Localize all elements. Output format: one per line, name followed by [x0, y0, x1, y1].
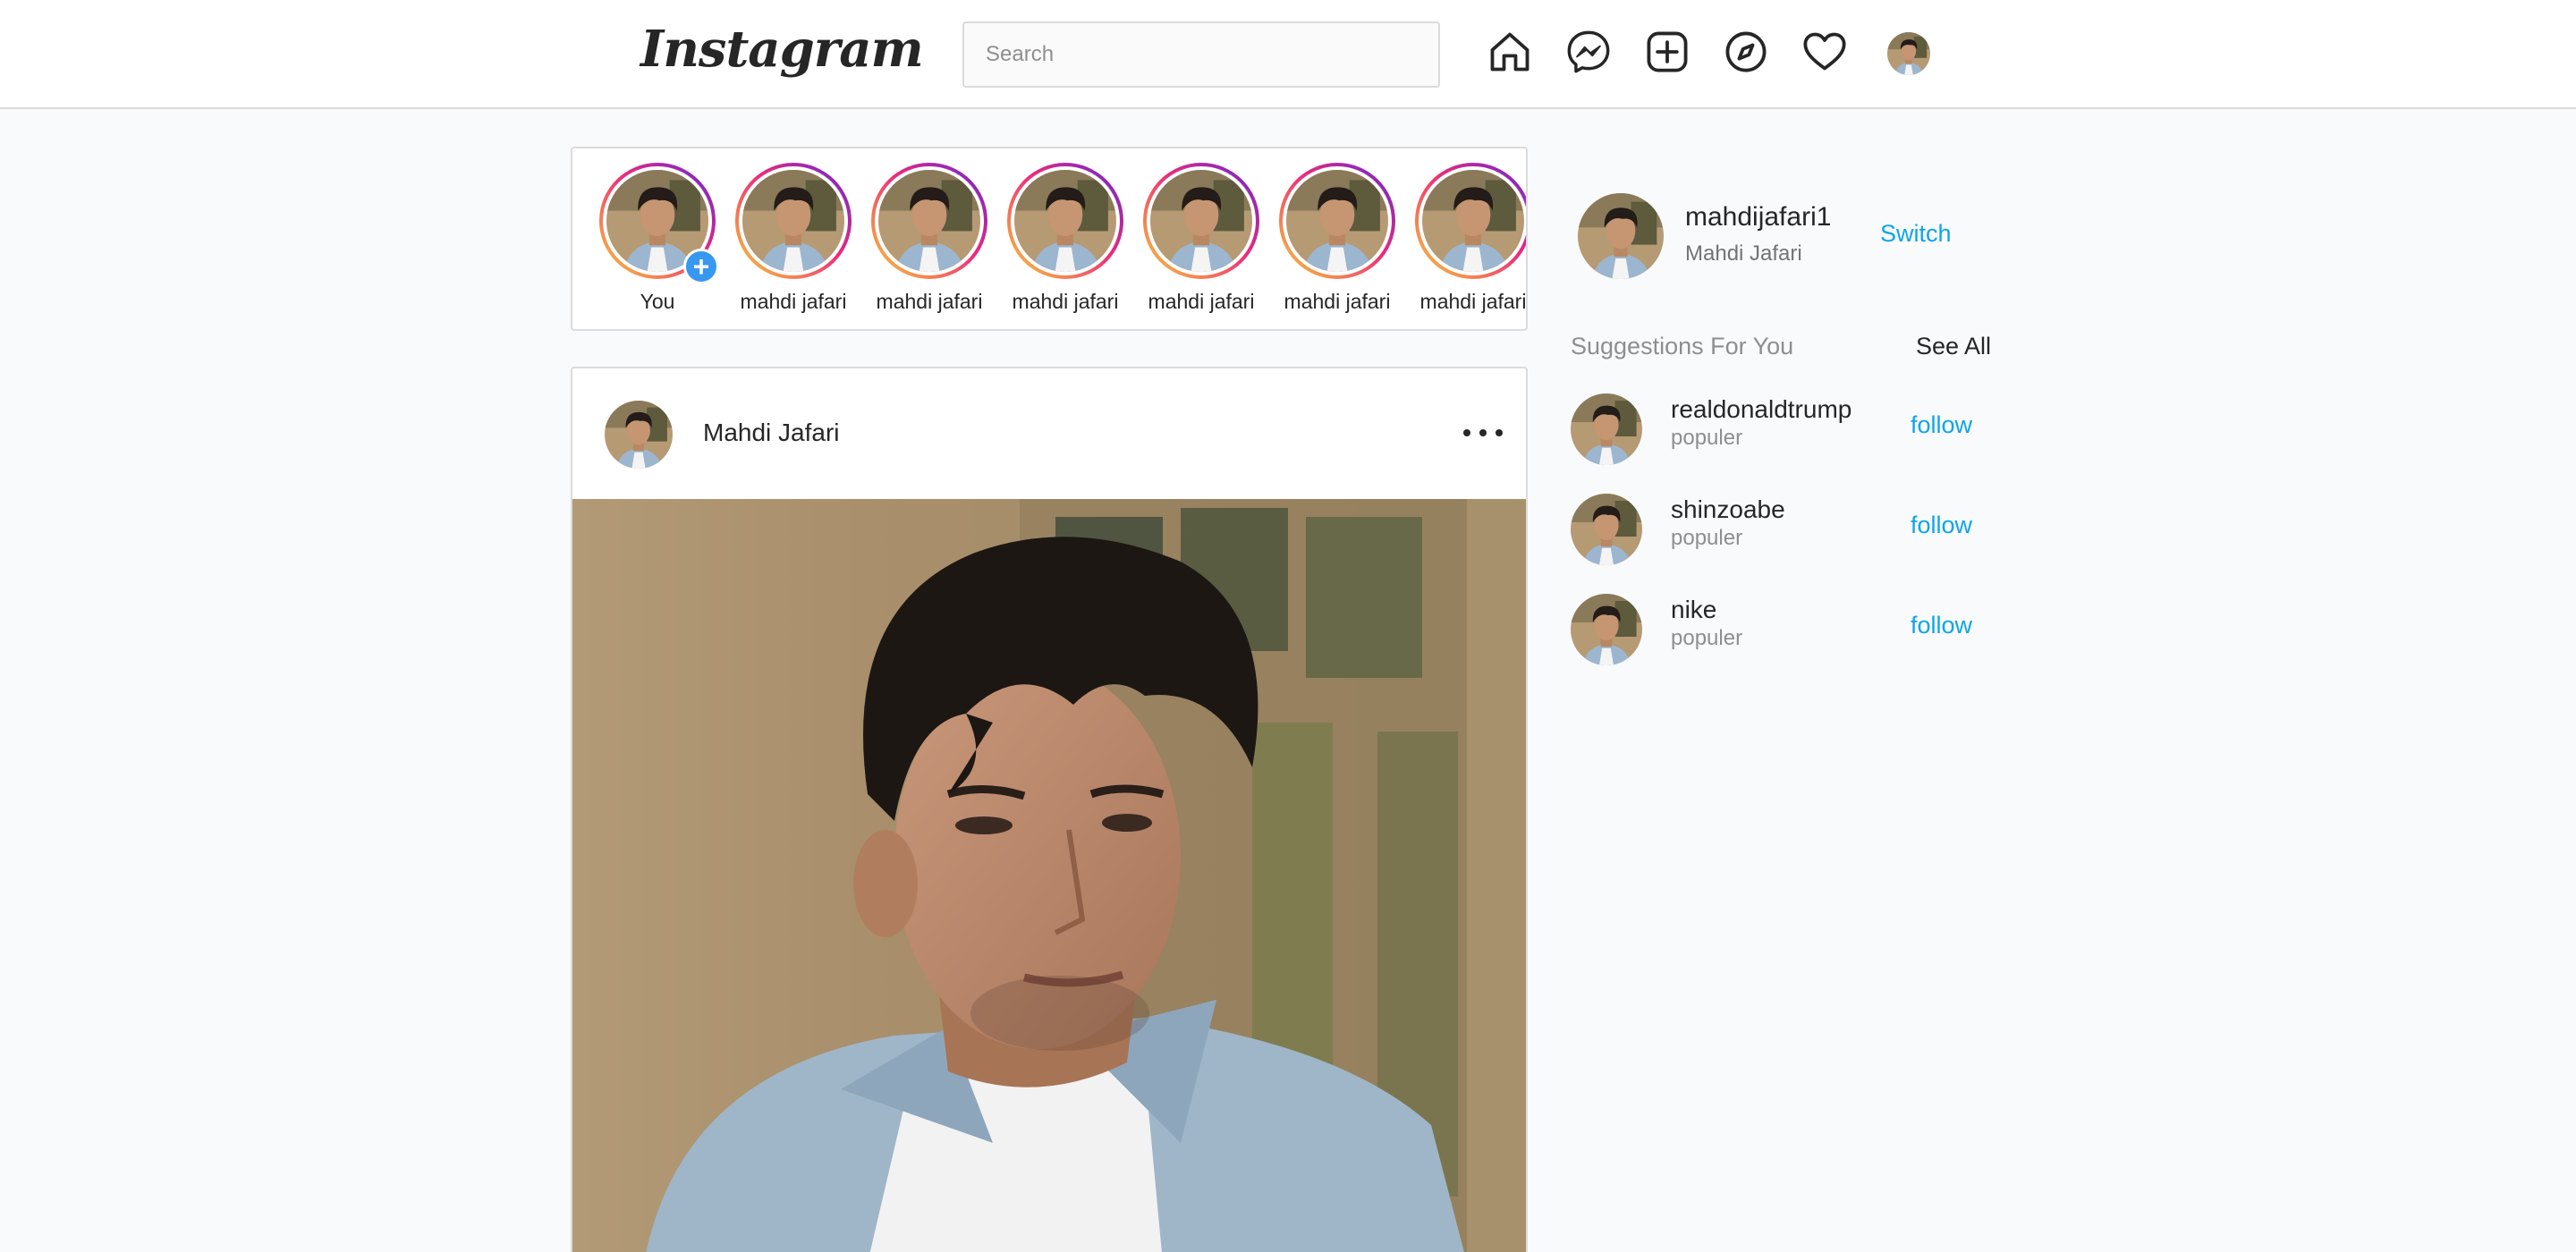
- follow-button[interactable]: follow: [1911, 512, 1972, 539]
- avatar: [742, 170, 844, 272]
- suggestion-username[interactable]: nike: [1671, 596, 1716, 624]
- suggestion-subtitle: populer: [1671, 526, 1743, 550]
- story-ring: [1007, 163, 1123, 279]
- story-ring: [1279, 163, 1395, 279]
- suggestion-username[interactable]: realdonaldtrump: [1671, 395, 1852, 424]
- avatar[interactable]: [1571, 494, 1642, 565]
- story-label: mahdi jafari: [876, 290, 983, 313]
- story-label: mahdi jafari: [740, 290, 847, 313]
- suggestion-username[interactable]: shinzoabe: [1671, 495, 1785, 524]
- suggestion-item: shinzoabe populer follow: [1571, 494, 1982, 565]
- avatar[interactable]: [1571, 594, 1642, 665]
- instagram-logo[interactable]: Instagram: [640, 20, 924, 79]
- avatar: [1150, 170, 1252, 272]
- new-post-icon[interactable]: [1644, 29, 1690, 75]
- avatar: [1014, 170, 1116, 272]
- story-item[interactable]: mahdi jafari: [1401, 163, 1526, 324]
- stories-tray: + You mahdi jafari mahdi jafari mahdi ja…: [571, 147, 1528, 331]
- story-label: mahdi jafari: [1012, 290, 1119, 313]
- suggestion-subtitle: populer: [1671, 626, 1743, 650]
- follow-button[interactable]: follow: [1911, 411, 1972, 439]
- story-item[interactable]: mahdi jafari: [993, 163, 1123, 324]
- avatar[interactable]: [1578, 193, 1664, 279]
- story-label: mahdi jafari: [1419, 290, 1527, 313]
- story-item[interactable]: mahdi jafari: [1265, 163, 1395, 324]
- post-username[interactable]: Mahdi Jafari: [703, 419, 840, 447]
- suggestions-title: Suggestions For You: [1571, 333, 1794, 360]
- home-icon[interactable]: [1487, 29, 1533, 75]
- story-ring: [1415, 163, 1526, 279]
- story-label: mahdi jafari: [1284, 290, 1391, 313]
- avatar[interactable]: [1571, 393, 1642, 465]
- story-item[interactable]: mahdi jafari: [721, 163, 852, 324]
- avatar: [1286, 170, 1388, 272]
- suggestion-subtitle: populer: [1671, 426, 1743, 450]
- current-username[interactable]: mahdijafari1: [1685, 202, 1831, 233]
- more-options-icon[interactable]: [1463, 419, 1503, 447]
- story-ring: [735, 163, 852, 279]
- feed-post: Mahdi Jafari: [571, 367, 1528, 1252]
- story-label: You: [640, 290, 675, 313]
- story-ring: [1143, 163, 1259, 279]
- add-story-plus-icon[interactable]: +: [683, 249, 719, 284]
- story-ring: [871, 163, 987, 279]
- profile-avatar[interactable]: [1887, 32, 1930, 75]
- story-item-own[interactable]: + You: [585, 163, 719, 324]
- post-header: Mahdi Jafari: [572, 368, 1526, 499]
- avatar[interactable]: [605, 401, 673, 469]
- story-label: mahdi jafari: [1148, 290, 1255, 313]
- explore-icon[interactable]: [1723, 29, 1769, 75]
- post-image[interactable]: [572, 499, 1526, 1252]
- current-fullname: Mahdi Jafari: [1685, 241, 1802, 266]
- search-input[interactable]: [962, 21, 1440, 88]
- activity-heart-icon[interactable]: [1801, 29, 1848, 75]
- see-all-link[interactable]: See All: [1916, 333, 1991, 360]
- switch-account-link[interactable]: Switch: [1880, 220, 1952, 248]
- suggestion-item: nike populer follow: [1571, 594, 1982, 665]
- avatar: [1422, 170, 1524, 272]
- avatar: [878, 170, 980, 272]
- story-item[interactable]: mahdi jafari: [857, 163, 987, 324]
- top-navbar: Instagram: [0, 0, 2576, 109]
- story-item[interactable]: mahdi jafari: [1129, 163, 1259, 324]
- messenger-icon[interactable]: [1565, 29, 1612, 75]
- follow-button[interactable]: follow: [1911, 612, 1972, 639]
- suggestion-item: realdonaldtrump populer follow: [1571, 393, 1982, 465]
